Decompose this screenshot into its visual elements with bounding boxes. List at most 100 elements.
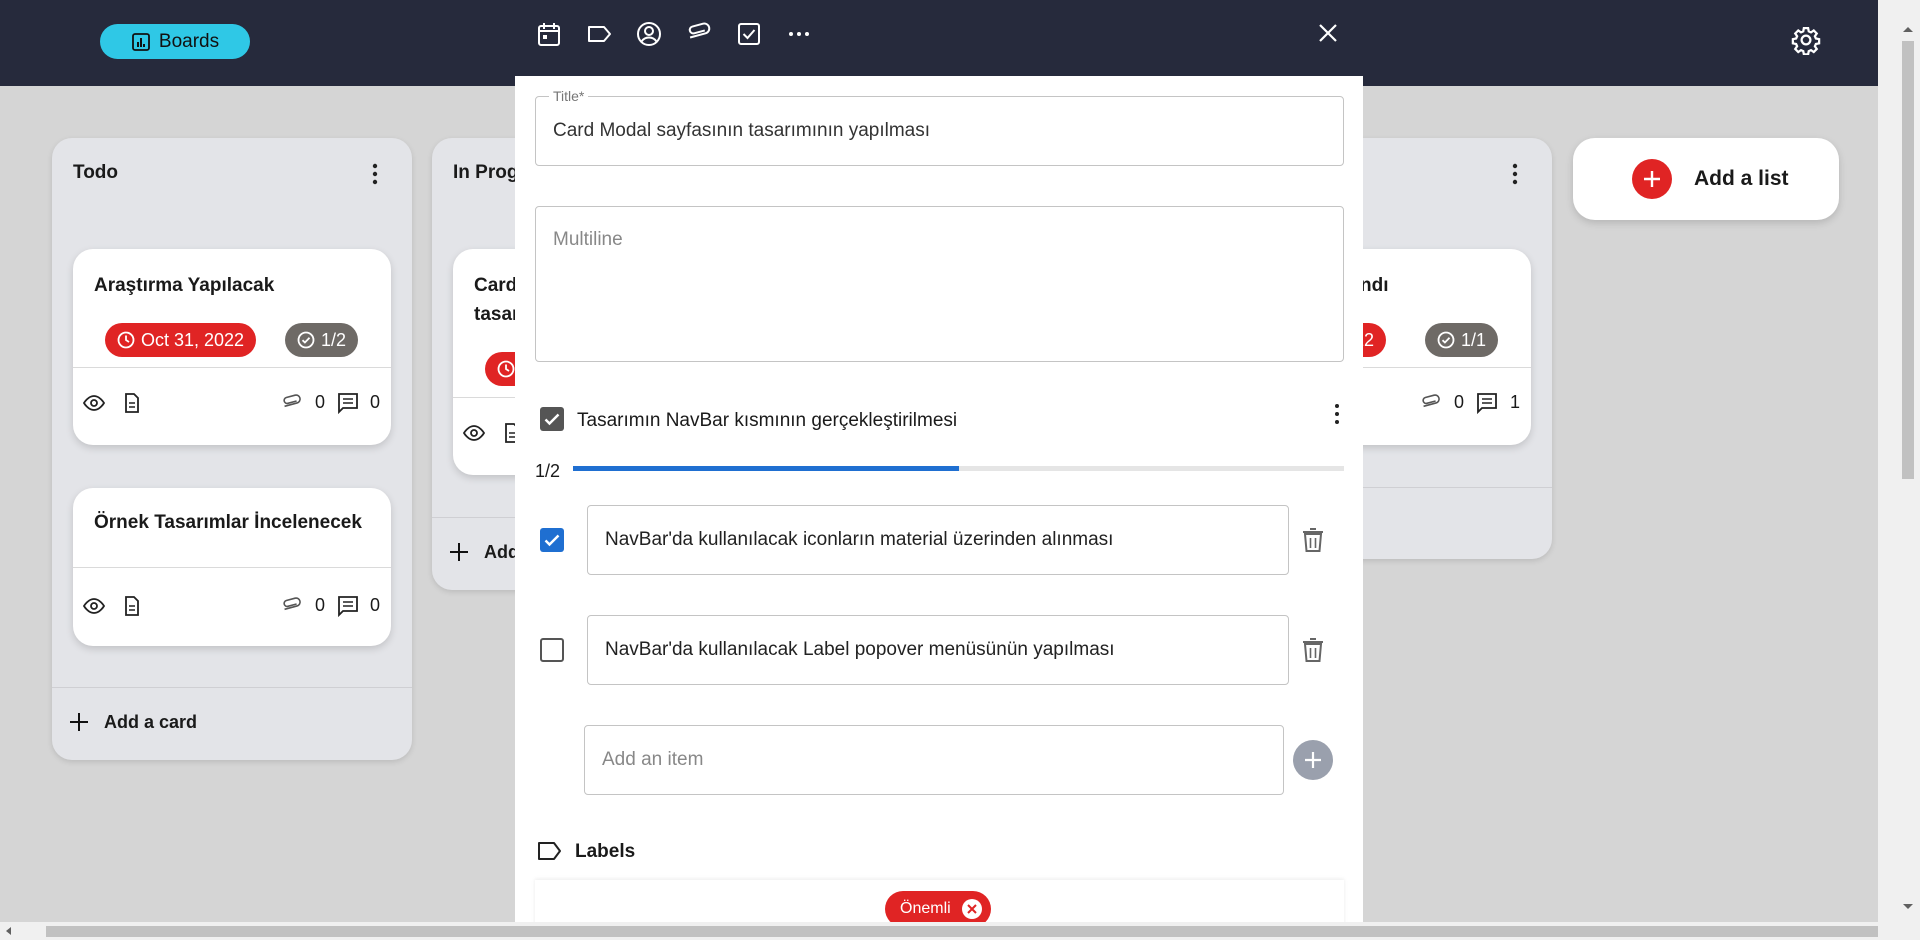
label-chip[interactable]: Önemli <box>885 891 991 922</box>
attachment-icon <box>283 394 301 408</box>
attachment-icon[interactable] <box>685 20 713 48</box>
title-value: Card Modal sayfasının tasarımının yapılm… <box>553 120 930 141</box>
check-circle-icon <box>1437 331 1455 349</box>
card-title-line2: tasar <box>474 304 520 325</box>
list-title: Todo <box>73 162 119 183</box>
checklist-chip: 1/1 <box>1425 323 1499 357</box>
attachment-count: 0 <box>315 595 326 615</box>
eye-icon <box>82 598 106 614</box>
title-legend: Title* <box>549 88 589 104</box>
add-card-button[interactable]: Add a card <box>68 711 197 733</box>
more-vert-icon[interactable] <box>1505 160 1525 188</box>
plus-circle-icon <box>1632 159 1672 199</box>
labels-heading: Labels <box>575 841 636 862</box>
list-divider <box>1340 487 1552 488</box>
add-item-placeholder: Add an item <box>602 749 704 770</box>
card-title: Araştırma Yapılacak <box>94 275 275 296</box>
checklist-item-input[interactable]: NavBar'da kullanılacak iconların materia… <box>587 505 1289 575</box>
calendar-icon[interactable] <box>535 20 563 48</box>
more-vert-icon[interactable] <box>365 160 385 188</box>
list-divider <box>52 687 412 688</box>
eye-icon <box>82 395 106 411</box>
attachment-count: 0 <box>315 392 326 412</box>
horizontal-scroll-thumb[interactable] <box>46 926 1878 937</box>
label-icon <box>538 842 561 860</box>
add-list-label: Add a list <box>1694 167 1789 190</box>
card-title-line1: Card <box>474 275 518 296</box>
card[interactable]: Örnek Tasarımlar İncelenecek 0 0 <box>73 488 391 646</box>
attachment-icon <box>1422 394 1440 408</box>
account-circle-icon[interactable] <box>635 20 663 48</box>
card-title: ndı <box>1360 275 1389 296</box>
due-date-text: Oct 31, 2022 <box>141 329 245 350</box>
cancel-icon[interactable] <box>961 898 983 920</box>
add-list-button[interactable]: Add a list <box>1573 138 1839 220</box>
clock-icon <box>117 331 135 349</box>
checklist-chip: 1/2 <box>285 323 359 357</box>
more-vert-icon[interactable] <box>1327 400 1347 428</box>
delete-icon[interactable] <box>1300 526 1326 554</box>
boards-label: Boards <box>158 30 220 52</box>
checklist-item-checkbox[interactable] <box>540 528 564 552</box>
checklist-item-text: NavBar'da kullanılacak Label popover men… <box>605 639 1115 660</box>
label-chip-text: Önemli <box>900 900 951 917</box>
card-divider <box>73 367 391 368</box>
plus-icon <box>450 543 468 561</box>
add-item-button[interactable] <box>1293 740 1333 780</box>
scroll-left-icon[interactable] <box>2 922 16 940</box>
plus-icon <box>1305 752 1321 768</box>
card-divider <box>1340 367 1531 368</box>
description-field[interactable]: Multiline <box>535 206 1344 362</box>
comment-icon <box>1477 393 1497 415</box>
add-card-button[interactable]: Add <box>448 541 519 563</box>
checklist-title: Tasarımın NavBar kısmının gerçekleştiril… <box>577 410 958 431</box>
scroll-up-icon[interactable] <box>1899 22 1917 36</box>
add-card-label: Add <box>484 541 519 562</box>
checklist-progress-text: 1/2 <box>535 461 561 481</box>
scroll-down-icon[interactable] <box>1899 900 1917 914</box>
card-divider <box>73 567 391 568</box>
list-todo: Todo Araştırma Yapılacak Oct 31, 2022 1/… <box>52 138 412 760</box>
checklist-item-checkbox[interactable] <box>540 638 564 662</box>
card[interactable]: Araştırma Yapılacak Oct 31, 2022 1/2 0 0 <box>73 249 391 445</box>
label-icon[interactable] <box>585 20 613 48</box>
card-title: Örnek Tasarımlar İncelenecek <box>94 512 362 533</box>
comment-count: 0 <box>370 392 381 412</box>
list-title: In Prog <box>453 162 519 183</box>
attachment-count: 0 <box>1454 392 1465 412</box>
check-circle-icon <box>297 331 315 349</box>
checklist-count: 1/1 <box>1461 329 1487 350</box>
description-icon <box>125 393 139 413</box>
checklist-count: 1/2 <box>321 329 347 350</box>
plus-icon <box>70 713 88 731</box>
clock-icon <box>497 360 515 378</box>
card[interactable]: ndı 22 1/1 0 1 <box>1340 249 1531 445</box>
checklist-progress-bar <box>573 466 1344 471</box>
vertical-scrollbar[interactable] <box>1878 0 1920 940</box>
checklist-title-checkbox[interactable] <box>540 407 564 431</box>
card-modal: Title* Card Modal sayfasının tasarımının… <box>515 0 1363 922</box>
title-field[interactable]: Title* Card Modal sayfasının tasarımının… <box>535 88 1344 166</box>
description-placeholder: Multiline <box>553 229 623 250</box>
gear-icon[interactable] <box>1791 25 1821 55</box>
due-date-chip: Oct 31, 2022 <box>105 323 257 357</box>
description-icon <box>125 596 139 616</box>
add-item-input[interactable]: Add an item <box>584 725 1284 795</box>
checkbox-icon[interactable] <box>735 20 763 48</box>
horizontal-scrollbar[interactable] <box>0 922 1878 940</box>
list-done: ndı 22 1/1 0 1 <box>1340 138 1552 559</box>
more-horiz-icon[interactable] <box>785 20 813 48</box>
bar-chart-icon <box>131 32 150 51</box>
close-icon[interactable] <box>1314 19 1342 47</box>
boards-button[interactable]: Boards <box>100 24 250 59</box>
vertical-scroll-thumb[interactable] <box>1902 41 1914 479</box>
eye-icon <box>462 425 486 441</box>
comment-count: 0 <box>370 595 381 615</box>
comment-count: 1 <box>1510 392 1521 412</box>
checklist-item-text: NavBar'da kullanılacak iconların materia… <box>605 529 1114 550</box>
comment-icon <box>338 393 358 415</box>
add-card-label: Add a card <box>104 711 198 732</box>
delete-icon[interactable] <box>1300 636 1326 664</box>
comment-icon <box>338 596 358 618</box>
checklist-item-input[interactable]: NavBar'da kullanılacak Label popover men… <box>587 615 1289 685</box>
